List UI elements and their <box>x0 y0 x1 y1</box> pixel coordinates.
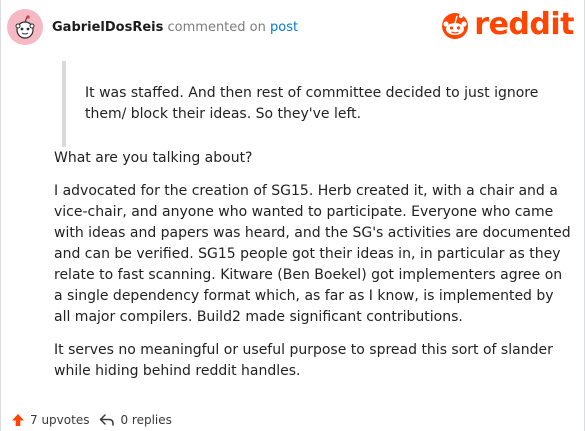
reddit-logo-icon <box>442 13 469 39</box>
comment-footer: 7 upvotes 0 replies <box>11 409 182 431</box>
reply-count: 0 replies <box>120 413 172 427</box>
upvote-count: 7 upvotes <box>30 413 90 427</box>
reply-arrow-icon <box>100 414 115 426</box>
upvote-button[interactable]: 7 upvotes <box>11 413 89 427</box>
action-text: commented on <box>167 19 266 35</box>
comment-meta: GabrielDosReis commented on post <box>52 20 298 35</box>
comment-paragraph: What are you talking about? <box>54 150 253 166</box>
comment-header: GabrielDosReis commented on post <box>7 7 298 47</box>
comment-body: What are you talking about? I advocated … <box>54 148 574 394</box>
post-link[interactable]: post <box>270 20 298 35</box>
user-avatar[interactable] <box>7 9 43 45</box>
reddit-wordmark: reddit <box>474 7 574 42</box>
snoo-avatar-icon <box>15 15 35 39</box>
username[interactable]: GabrielDosReis <box>52 20 163 35</box>
replies-button[interactable]: 0 replies <box>99 413 172 427</box>
comment-paragraph: I advocated for the creation of SG15. He… <box>54 183 571 325</box>
comment-paragraph: It serves no meaningful or useful purpos… <box>54 342 553 379</box>
quoted-text: It was staffed. And then rest of committ… <box>62 61 542 147</box>
upvote-arrow-icon <box>12 414 24 426</box>
reddit-logo[interactable]: reddit <box>439 6 574 44</box>
comment-card: GabrielDosReis commented on post reddit … <box>0 0 585 431</box>
